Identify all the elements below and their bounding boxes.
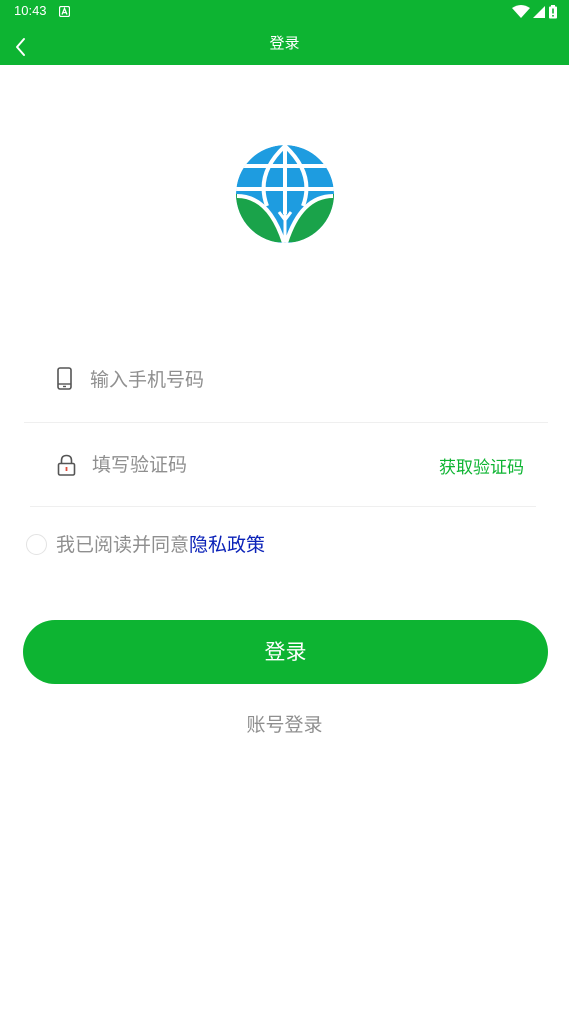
agreement-prefix: 我已阅读并同意 [56,534,190,556]
phone-field-row [24,355,548,423]
verification-code-input[interactable] [92,449,392,481]
phone-icon [57,367,72,390]
status-bar: 10:43 [0,0,569,24]
status-icons [512,5,557,19]
privacy-policy-link[interactable]: 隐私政策 [189,534,265,556]
agreement-text: 我已阅读并同意隐私政策 [56,530,265,557]
page-title: 登录 [269,34,300,52]
globe-leaf-logo [236,145,334,243]
chevron-left-icon[interactable] [6,30,36,60]
status-time: 10:43 [14,3,47,18]
agreement-checkbox[interactable] [26,534,47,555]
app-bar: 登录 [0,24,569,65]
get-code-button[interactable]: 获取验证码 [439,453,524,478]
account-login-link[interactable]: 账号登录 [0,710,569,737]
signal-icon [533,6,545,18]
code-field-row: 获取验证码 [30,440,536,507]
notification-a-icon [59,6,70,17]
agreement-row: 我已阅读并同意隐私政策 [26,529,546,559]
phone-input[interactable] [90,364,510,396]
wifi-icon [512,5,530,18]
login-button[interactable]: 登录 [23,620,548,684]
battery-icon [549,5,557,19]
lock-icon [57,454,76,476]
